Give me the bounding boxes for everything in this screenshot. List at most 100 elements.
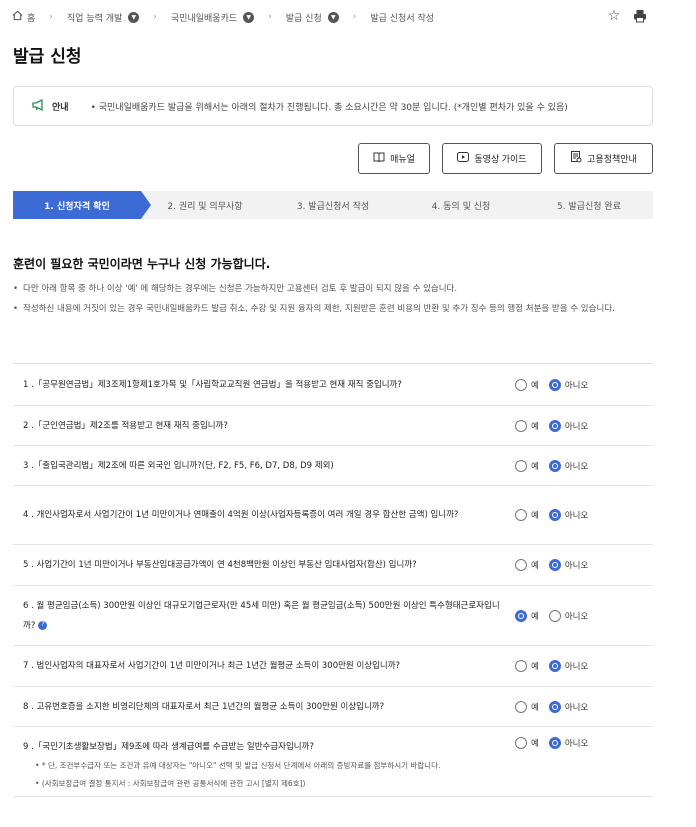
guide-item: 작성하신 내용에 거짓이 있는 경우 국민내일배움카드 발급 취소, 수강 및 …	[13, 299, 653, 319]
breadcrumb-label: 국민내일배움카드	[170, 13, 238, 24]
guide-buttons: 매뉴얼 동영상 가이드 고용정책안내	[358, 143, 653, 174]
radio-no[interactable]	[548, 419, 561, 432]
option-yes[interactable]: 예	[515, 378, 539, 391]
question-text: 2 .「군인연금법」제2조를 적용받고 현재 재직 중입니까?	[23, 416, 508, 436]
option-no[interactable]: 아니오	[548, 559, 588, 571]
radio-no[interactable]	[548, 660, 561, 672]
answer-options: 예 아니오	[515, 737, 588, 749]
radio-yes[interactable]	[515, 609, 527, 622]
question-label: 8 . 고유번호증을 소지한 비영리단체의 대표자로서 최근 1년간의 월평균 …	[23, 701, 385, 712]
option-no[interactable]: 아니오	[548, 660, 589, 672]
question-text: 7 . 법인사업자의 대표자로서 사업기간이 1년 미만이거나 최근 1년간 월…	[23, 656, 508, 676]
option-yes[interactable]: 예	[515, 419, 539, 432]
radio-yes[interactable]	[515, 737, 527, 749]
radio-no[interactable]	[548, 700, 561, 713]
breadcrumb-item-4: 발급 신청서 작성	[370, 11, 434, 24]
radio-no[interactable]	[548, 609, 561, 622]
option-no[interactable]: 아니오	[548, 609, 589, 622]
question-row: 7 . 법인사업자의 대표자로서 사업기간이 1년 미만이거나 최근 1년간 월…	[13, 646, 653, 687]
radio-yes[interactable]	[515, 700, 527, 713]
option-no[interactable]: 아니오	[548, 459, 589, 472]
option-label: 아니오	[564, 662, 589, 672]
print-icon[interactable]	[632, 8, 648, 24]
dropdown-icon[interactable]: ▼	[243, 11, 255, 23]
option-label: 아니오	[564, 380, 589, 391]
question-label: 1 .「공무원연금법」제3조제1항제1호가목 및「사립학교교직원 연금법」을 적…	[23, 379, 402, 390]
answer-options: 예 아니오	[515, 559, 588, 571]
notice-label-text: 안내	[52, 102, 69, 113]
breadcrumb-home-label: 홈	[27, 13, 36, 24]
notice-box: 안내 • 국민내일배움카드 발급을 위해서는 아래의 절차가 진행됩니다. 총 …	[13, 86, 653, 126]
notice-text: • 국민내일배움카드 발급을 위해서는 아래의 절차가 진행됩니다. 총 소요시…	[90, 102, 568, 113]
option-yes[interactable]: 예	[515, 660, 539, 672]
employment-policy-label: 고용정책안내	[587, 154, 637, 164]
radio-yes[interactable]	[515, 419, 527, 432]
question-text: 5 . 사업기간이 1년 미만이거나 부동산임대공급가액이 연 4천8백만원 이…	[23, 555, 508, 575]
option-label: 예	[531, 611, 539, 622]
radio-yes[interactable]	[515, 459, 527, 472]
radio-yes[interactable]	[515, 509, 527, 521]
option-label: 예	[531, 511, 539, 521]
option-yes[interactable]: 예	[515, 559, 539, 571]
guide-list: 다만 아래 항목 중 하나 이상 '예' 에 해당하는 경우에는 신청은 가능하…	[13, 279, 653, 319]
question-row: 1 .「공무원연금법」제3조제1항제1호가목 및「사립학교교직원 연금법」을 적…	[13, 364, 653, 406]
step-2: 2. 권리 및 의무사항	[141, 191, 279, 219]
star-icon[interactable]: ☆	[606, 8, 622, 24]
option-no[interactable]: 아니오	[548, 700, 588, 713]
help-icon[interactable]: ?	[38, 620, 48, 630]
document-icon	[570, 151, 582, 166]
question-row: 3 .「출입국관리법」제2조에 따른 외국인 입니까?(단, F2, F5, F…	[13, 446, 653, 486]
video-guide-button[interactable]: 동영상 가이드	[442, 143, 542, 174]
question-text: 1 .「공무원연금법」제3조제1항제1호가목 및「사립학교교직원 연금법」을 적…	[23, 375, 508, 395]
radio-no[interactable]	[548, 737, 561, 749]
question-text: 6 . 월 평균임금(소득) 300만원 이상인 대규모기업근로자(만 45세 …	[23, 596, 508, 636]
play-icon	[457, 151, 470, 166]
breadcrumb-item-2[interactable]: 국민내일배움카드 ▼	[170, 11, 255, 24]
radio-no[interactable]	[548, 459, 561, 472]
option-label: 예	[531, 380, 539, 391]
note-text: (사회보장급여 결정 통지서 : 사회보장급여 관련 공통서식에 관한 고시 […	[41, 779, 306, 788]
question-text: 8 . 고유번호증을 소지한 비영리단체의 대표자로서 최근 1년간의 월평균 …	[23, 697, 508, 717]
breadcrumb-home[interactable]: 홈	[12, 10, 35, 24]
option-label: 예	[531, 421, 539, 432]
dropdown-icon[interactable]: ▼	[327, 11, 339, 23]
chevron-right-icon: ›	[352, 12, 357, 22]
question-row: 2 .「군인연금법」제2조를 적용받고 현재 재직 중입니까? 예 아니오	[13, 406, 653, 446]
breadcrumb-item-1[interactable]: 직업 능력 개발 ▼	[67, 11, 140, 24]
breadcrumb-label: 발급 신청	[285, 13, 322, 24]
bullet: •	[35, 761, 42, 770]
question-text: 9 .「국민기초생활보장법」제9조에 따라 생계급여를 수급받는 일반수급자입니…	[23, 737, 508, 757]
question-label: 7 . 법인사업자의 대표자로서 사업기간이 1년 미만이거나 최근 1년간 월…	[23, 661, 401, 671]
chevron-right-icon: ›	[49, 12, 53, 22]
home-icon	[12, 10, 23, 24]
option-yes[interactable]: 예	[515, 609, 539, 622]
radio-no[interactable]	[548, 378, 561, 391]
radio-yes[interactable]	[515, 660, 527, 672]
option-no[interactable]: 아니오	[548, 378, 589, 391]
manual-button[interactable]: 매뉴얼	[358, 143, 430, 174]
option-yes[interactable]: 예	[515, 459, 539, 472]
radio-no[interactable]	[548, 509, 561, 521]
option-no[interactable]: 아니오	[548, 737, 588, 749]
answer-options: 예 아니오	[515, 700, 588, 713]
employment-policy-button[interactable]: 고용정책안내	[554, 143, 653, 174]
step-3: 3. 발급신청서 작성	[269, 191, 407, 219]
chevron-right-icon: ›	[268, 12, 272, 22]
option-label: 예	[531, 739, 539, 749]
option-yes[interactable]: 예	[515, 737, 539, 749]
option-label: 아니오	[564, 611, 589, 622]
option-yes[interactable]: 예	[515, 700, 539, 713]
question-list: 1 .「공무원연금법」제3조제1항제1호가목 및「사립학교교직원 연금법」을 적…	[13, 363, 653, 797]
option-yes[interactable]: 예	[515, 509, 539, 521]
option-no[interactable]: 아니오	[548, 509, 588, 521]
breadcrumb-item-3[interactable]: 발급 신청 ▼	[286, 11, 339, 24]
radio-yes[interactable]	[515, 378, 527, 391]
video-guide-label: 동영상 가이드	[474, 154, 527, 164]
dropdown-icon[interactable]: ▼	[128, 11, 140, 23]
option-no[interactable]: 아니오	[548, 419, 588, 432]
book-icon	[373, 151, 385, 166]
radio-yes[interactable]	[515, 559, 527, 571]
radio-no[interactable]	[548, 559, 561, 571]
option-label: 아니오	[564, 461, 589, 472]
question-notes: • * 단, 조건부수급자 또는 조건과 유예 대상자는 "아니오" 선택 및 …	[23, 757, 653, 793]
